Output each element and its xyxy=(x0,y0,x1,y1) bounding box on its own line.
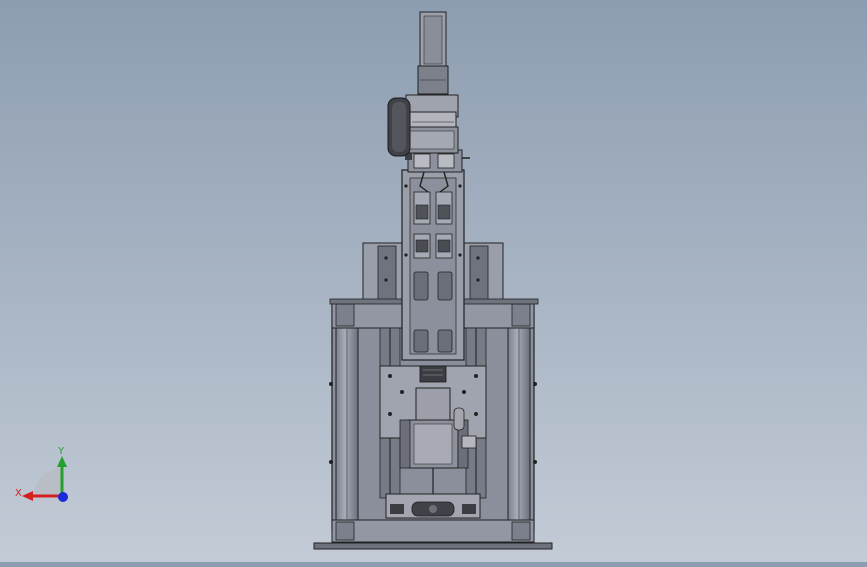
x-axis-label: X xyxy=(15,488,22,499)
cad-viewport[interactable] xyxy=(0,0,867,562)
slide-column[interactable] xyxy=(401,169,465,361)
spindle-housing[interactable] xyxy=(405,94,459,154)
machine-assembly-view[interactable] xyxy=(0,0,867,562)
x-axis-arrow xyxy=(22,491,33,501)
triad-plane-shading xyxy=(34,468,62,496)
servo-motor[interactable] xyxy=(417,11,449,95)
y-axis-arrow xyxy=(57,456,67,467)
z-axis-dot xyxy=(58,492,68,502)
handwheel[interactable] xyxy=(387,97,411,157)
orientation-triad: Y X xyxy=(8,440,88,510)
base-bracket[interactable] xyxy=(385,493,481,519)
y-axis-label: Y xyxy=(57,446,65,457)
